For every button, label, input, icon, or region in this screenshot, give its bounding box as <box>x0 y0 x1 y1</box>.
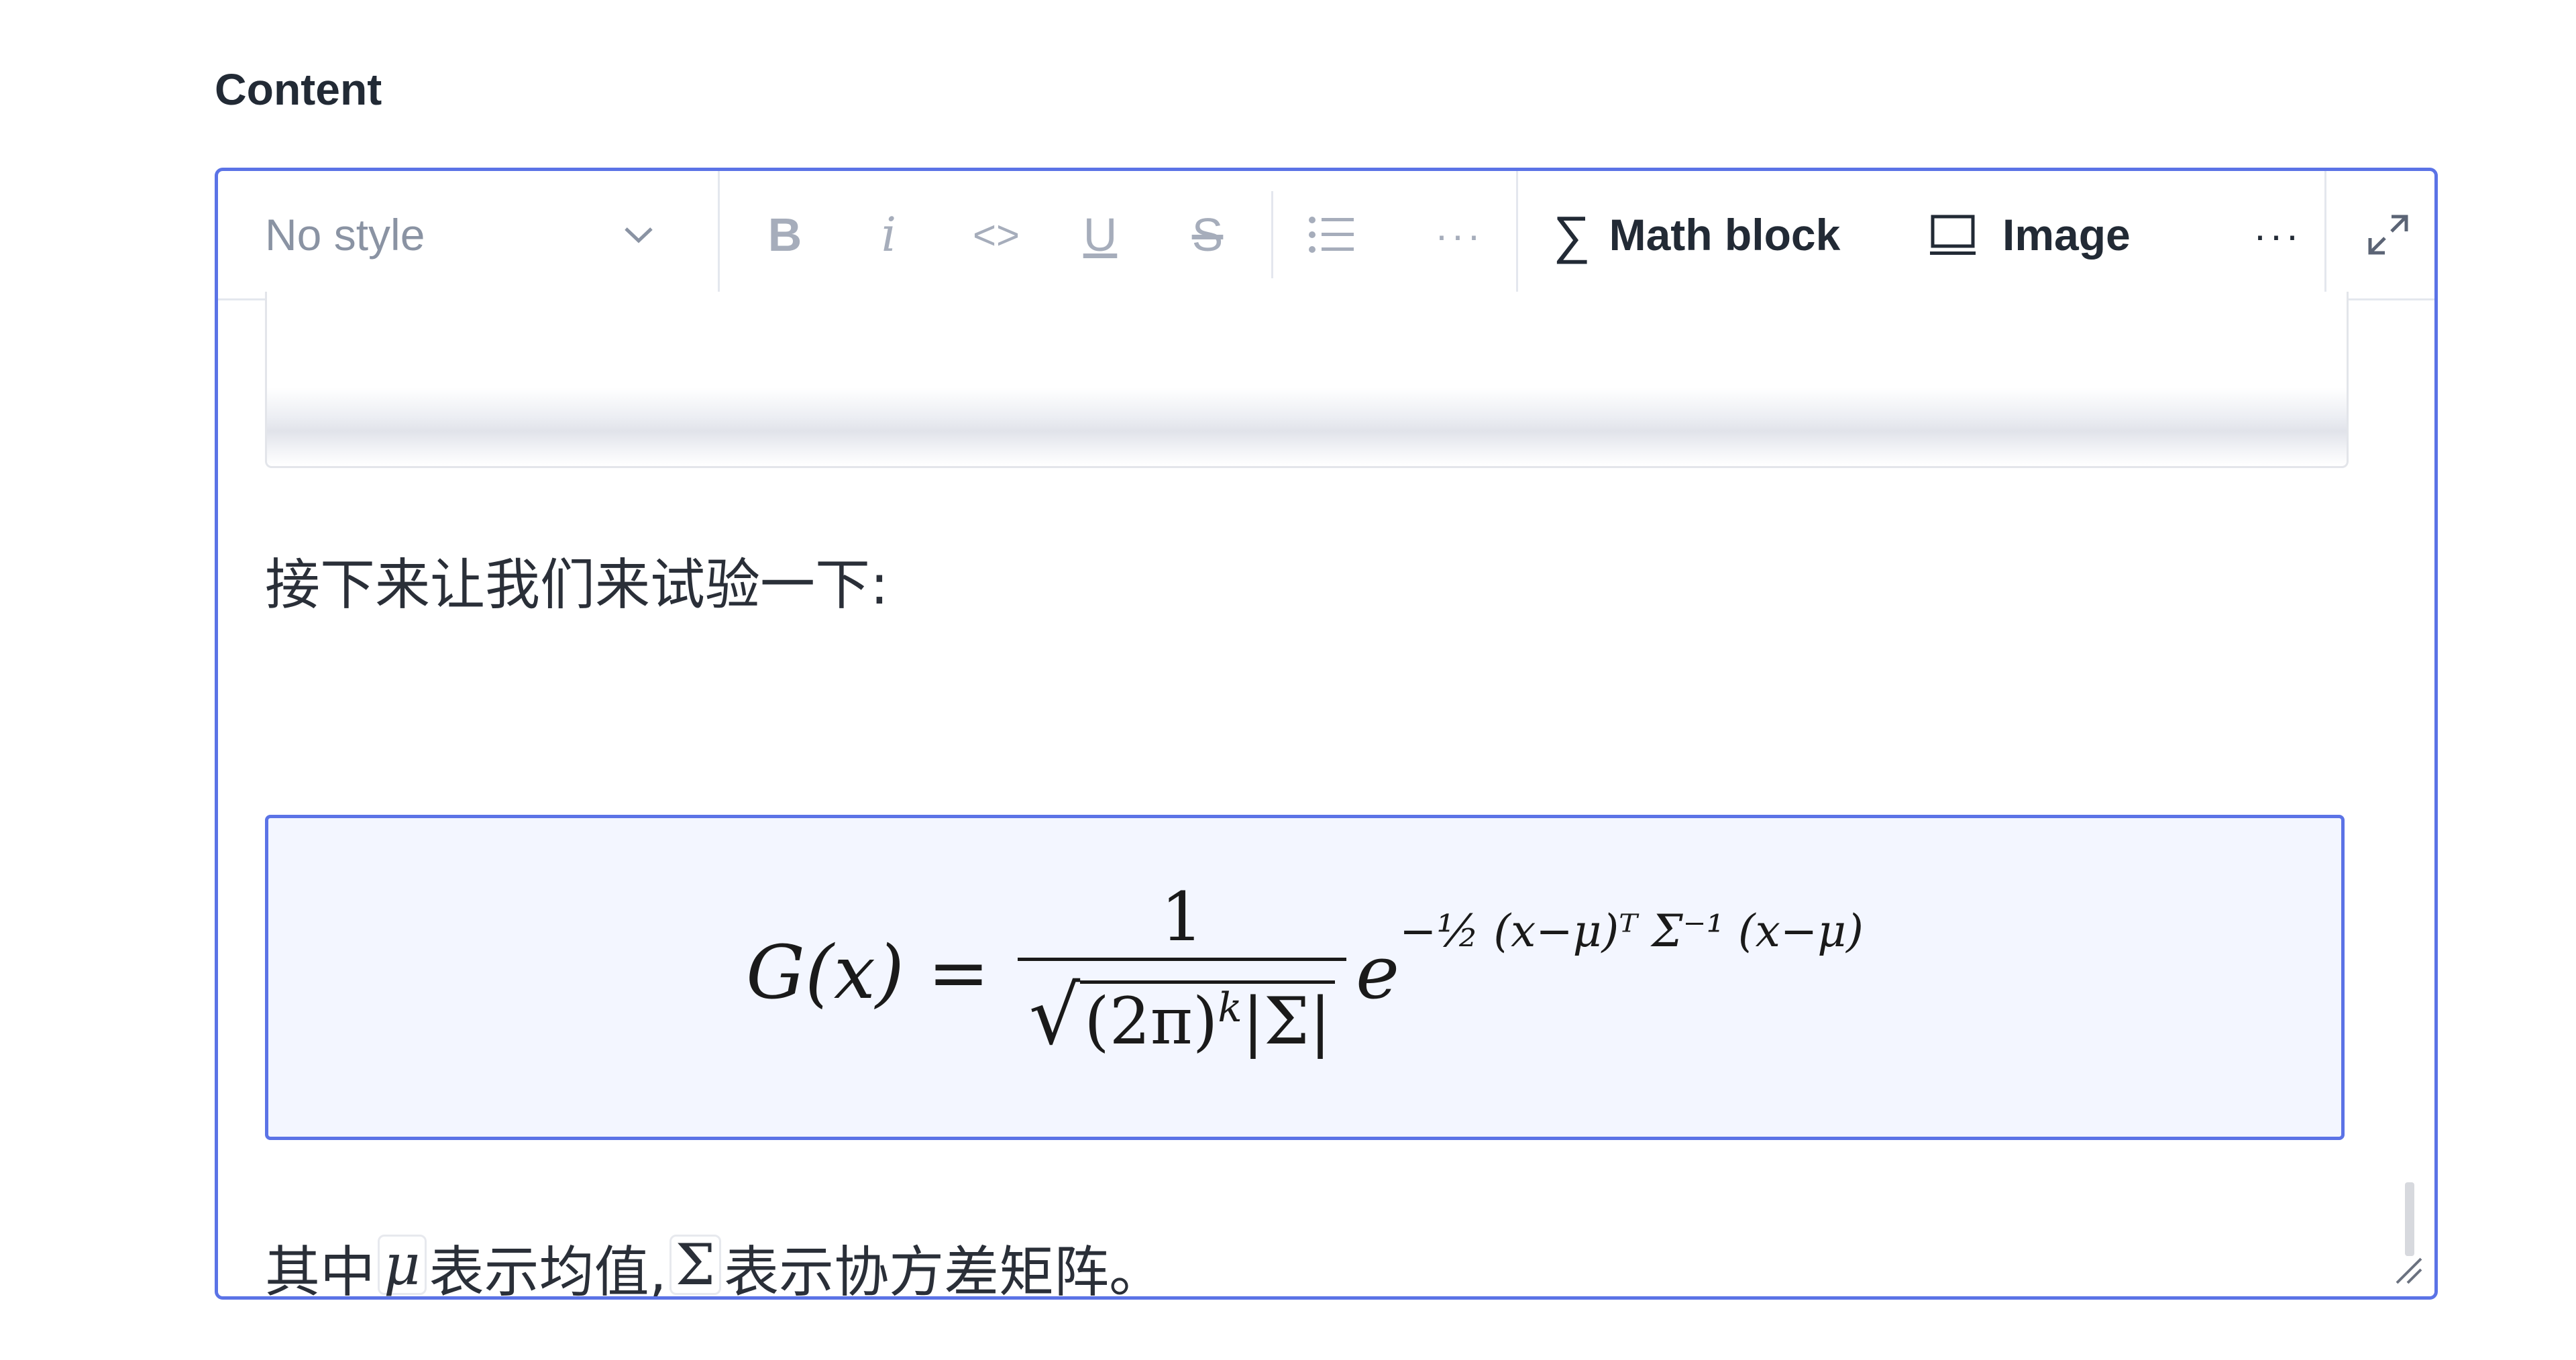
paragraph-text: 其中 <box>265 1241 376 1300</box>
more-horizontal-icon: ··· <box>2253 212 2302 258</box>
toolbar-divider <box>2324 171 2326 298</box>
scrollbar-thumb[interactable] <box>2405 1182 2414 1256</box>
strikethrough-icon: S <box>1191 209 1224 261</box>
underline-icon: U <box>1083 209 1118 261</box>
denominator-base: (2π) <box>1084 983 1218 1059</box>
strikethrough-button[interactable]: S <box>1181 171 1234 298</box>
code-icon: <> <box>972 212 1020 258</box>
numerator: 1 <box>1161 877 1203 956</box>
paragraph[interactable]: 接下来让我们来试验一下: <box>265 540 889 620</box>
more-horizontal-icon: ··· <box>1435 212 1483 258</box>
editor-toolbar: No style B i <> U S ··· ∑ Math block Ima… <box>218 171 2434 300</box>
math-block-label: Math block <box>1609 210 1841 260</box>
inline-math-mu[interactable]: μ <box>378 1235 427 1295</box>
paragraph[interactable]: 其中 μ 表示均值, Σ 表示协方差矩阵。 <box>265 1227 1165 1300</box>
toolbar-divider <box>1271 191 1273 278</box>
italic-icon: i <box>881 207 897 262</box>
more-insert-button[interactable]: ··· <box>2237 171 2318 298</box>
underline-button[interactable]: U <box>1073 171 1127 298</box>
math-block[interactable]: G(x) = 1 √(2π)k|Σ| e −½ (x−μ)ᵀ Σ⁻¹ (x−μ) <box>265 815 2345 1140</box>
exponential-base: e <box>1356 929 1400 1015</box>
block-style-dropdown[interactable]: No style <box>265 171 654 298</box>
sigma-icon: ∑ <box>1553 205 1591 264</box>
sqrt-sign: √ <box>1028 969 1081 1063</box>
editor-content[interactable]: 接下来让我们来试验一下: G(x) = 1 √(2π)k|Σ| e −½ (x−… <box>218 292 2434 1296</box>
rich-text-editor[interactable]: No style B i <> U S ··· ∑ Math block Ima… <box>215 168 2438 1300</box>
bold-button[interactable]: B <box>758 171 812 298</box>
block-style-value: No style <box>265 210 425 260</box>
exponent: −½ (x−μ)ᵀ Σ⁻¹ (x−μ) <box>1399 905 1864 957</box>
bullet-list-icon <box>1309 217 1354 253</box>
inline-code-button[interactable]: <> <box>956 171 1036 298</box>
resize-handle-icon[interactable] <box>2390 1252 2422 1284</box>
fullscreen-button[interactable] <box>2355 171 2422 298</box>
inline-math-sigma[interactable]: Σ <box>669 1235 722 1295</box>
image-button[interactable]: Image <box>1929 171 2131 298</box>
bullet-list-button[interactable] <box>1298 171 1365 298</box>
gaussian-formula: G(x) = 1 √(2π)k|Σ| e −½ (x−μ)ᵀ Σ⁻¹ (x−μ) <box>268 858 2341 1086</box>
formula-lhs: G(x) = <box>746 929 990 1015</box>
paragraph-text: 表示均值, <box>429 1241 667 1300</box>
denominator: √(2π)k|Σ| <box>1028 961 1336 1068</box>
denominator-abs: |Σ| <box>1242 983 1332 1059</box>
content-field-label: Content <box>215 64 382 114</box>
fraction: 1 √(2π)k|Σ| <box>1018 877 1347 1068</box>
image-icon <box>1930 215 1976 255</box>
paragraph-text: 表示协方差矩阵。 <box>724 1241 1165 1300</box>
toolbar-divider <box>1516 171 1518 298</box>
toolbar-divider <box>718 171 720 298</box>
previous-block-bottom <box>265 292 2349 468</box>
denominator-exponent: k <box>1218 984 1242 1031</box>
italic-button[interactable]: i <box>862 171 916 298</box>
image-label: Image <box>2002 210 2131 260</box>
bold-icon: B <box>767 209 802 261</box>
more-formatting-button[interactable]: ··· <box>1419 171 1499 298</box>
expand-icon <box>2368 215 2408 255</box>
math-block-button[interactable]: ∑ Math block <box>1553 171 1840 298</box>
chevron-down-icon <box>625 227 653 243</box>
